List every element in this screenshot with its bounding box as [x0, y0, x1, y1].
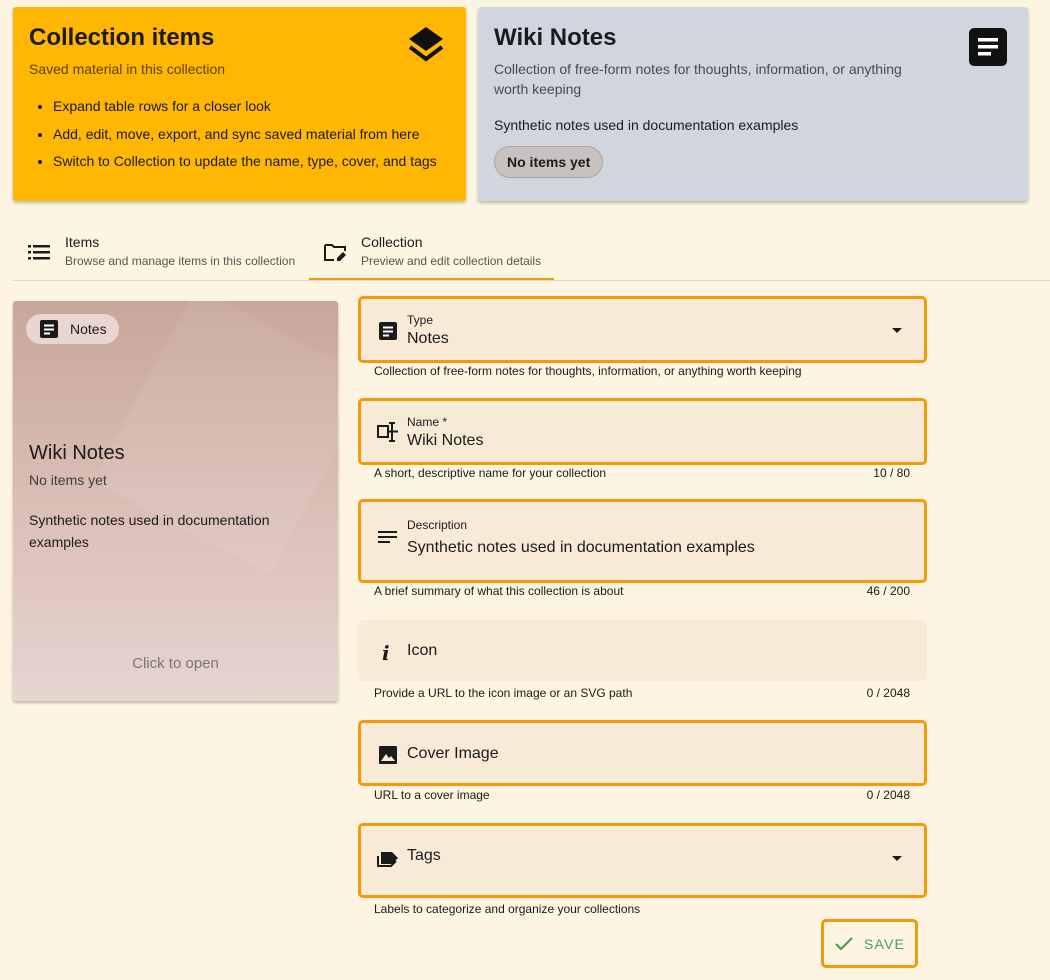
description-field[interactable]: Description Synthetic notes used in docu…	[358, 499, 927, 583]
folder-edit-icon	[324, 244, 346, 261]
type-label: Type	[407, 313, 434, 327]
dropdown-caret-icon	[892, 856, 902, 861]
tags-hint: Labels to categorize and organize your c…	[374, 902, 641, 916]
cover-image-field[interactable]: Cover Image	[358, 720, 927, 786]
collection-items-bullets: Expand table rows for a closer look Add,…	[29, 93, 450, 176]
type-value: Notes	[407, 330, 449, 347]
type-hint: Collection of free-form notes for though…	[374, 364, 802, 378]
wiki-notes-card: Wiki Notes Collection of free-form notes…	[478, 7, 1028, 201]
preview-title: Wiki Notes	[29, 442, 125, 464]
note-icon	[969, 28, 1007, 66]
info-icon: i	[382, 641, 390, 665]
tab-collection-label: Collection	[361, 234, 423, 250]
save-button[interactable]: SAVE	[821, 919, 918, 968]
icon-label: Icon	[407, 642, 438, 659]
note-icon	[40, 320, 58, 338]
collection-items-subtitle: Saved material in this collection	[29, 61, 226, 77]
icon-field[interactable]: i Icon	[358, 620, 927, 681]
dropdown-caret-icon	[892, 328, 902, 333]
collection-items-title: Collection items	[29, 24, 215, 51]
wiki-card-subtitle: Collection of free-form notes for though…	[494, 61, 902, 97]
name-value: Wiki Notes	[407, 432, 484, 449]
tab-items[interactable]: Items Browse and manage items in this co…	[27, 226, 317, 280]
type-chip-label: Notes	[70, 321, 107, 337]
icon-hint: Provide a URL to the icon image or an SV…	[374, 686, 633, 700]
name-field[interactable]: Name * Wiki Notes	[358, 398, 927, 465]
wiki-card-title: Wiki Notes	[494, 24, 617, 51]
save-label: SAVE	[863, 935, 906, 952]
name-label: Name *	[407, 415, 448, 429]
cover-image-label: Cover Image	[407, 745, 499, 762]
bullet-item: Switch to Collection to update the name,…	[53, 148, 450, 176]
tab-items-sub: Browse and manage items in this collecti…	[65, 254, 296, 268]
tab-items-label: Items	[65, 234, 100, 250]
tags-label: Tags	[407, 847, 441, 864]
wiki-card-description: Synthetic notes used in documentation ex…	[494, 117, 799, 133]
cover-image-hint: URL to a cover image	[374, 788, 490, 802]
icon-counter: 0 / 2048	[866, 686, 910, 700]
tab-bar: Items Browse and manage items in this co…	[13, 226, 1050, 281]
type-chip: Notes	[26, 314, 119, 344]
collection-items-card: Collection items Saved material in this …	[13, 7, 466, 201]
description-value: Synthetic notes used in documentation ex…	[407, 539, 755, 556]
tags-icon	[377, 852, 398, 867]
description-lines-icon	[378, 531, 397, 543]
description-hint: A brief summary of what this collection …	[374, 584, 624, 598]
tags-select[interactable]: Tags	[358, 823, 927, 898]
text-cursor-icon	[377, 422, 398, 442]
layers-icon	[408, 27, 444, 62]
name-hint: A short, descriptive name for your colle…	[374, 466, 607, 480]
description-label: Description	[407, 518, 468, 532]
cover-image-counter: 0 / 2048	[866, 788, 910, 802]
click-to-open-hint: Click to open	[132, 655, 219, 672]
collection-preview-card[interactable]: Notes Wiki Notes No items yet Synthetic …	[13, 301, 338, 701]
item-count-chip: No items yet	[494, 146, 604, 178]
image-icon	[379, 746, 397, 764]
note-icon	[379, 322, 397, 340]
name-counter: 10 / 80	[873, 466, 910, 480]
check-icon	[835, 936, 853, 951]
type-select[interactable]: Type Notes	[358, 296, 927, 363]
description-counter: 46 / 200	[866, 584, 910, 598]
preview-description: Synthetic notes used in documentation ex…	[29, 512, 270, 550]
preview-count: No items yet	[29, 472, 107, 488]
list-icon	[28, 245, 50, 260]
bullet-item: Expand table rows for a closer look	[53, 93, 450, 121]
tab-collection-sub: Preview and edit collection details	[361, 254, 542, 268]
tab-collection[interactable]: Collection Preview and edit collection d…	[309, 226, 554, 280]
bullet-item: Add, edit, move, export, and sync saved …	[53, 121, 450, 149]
